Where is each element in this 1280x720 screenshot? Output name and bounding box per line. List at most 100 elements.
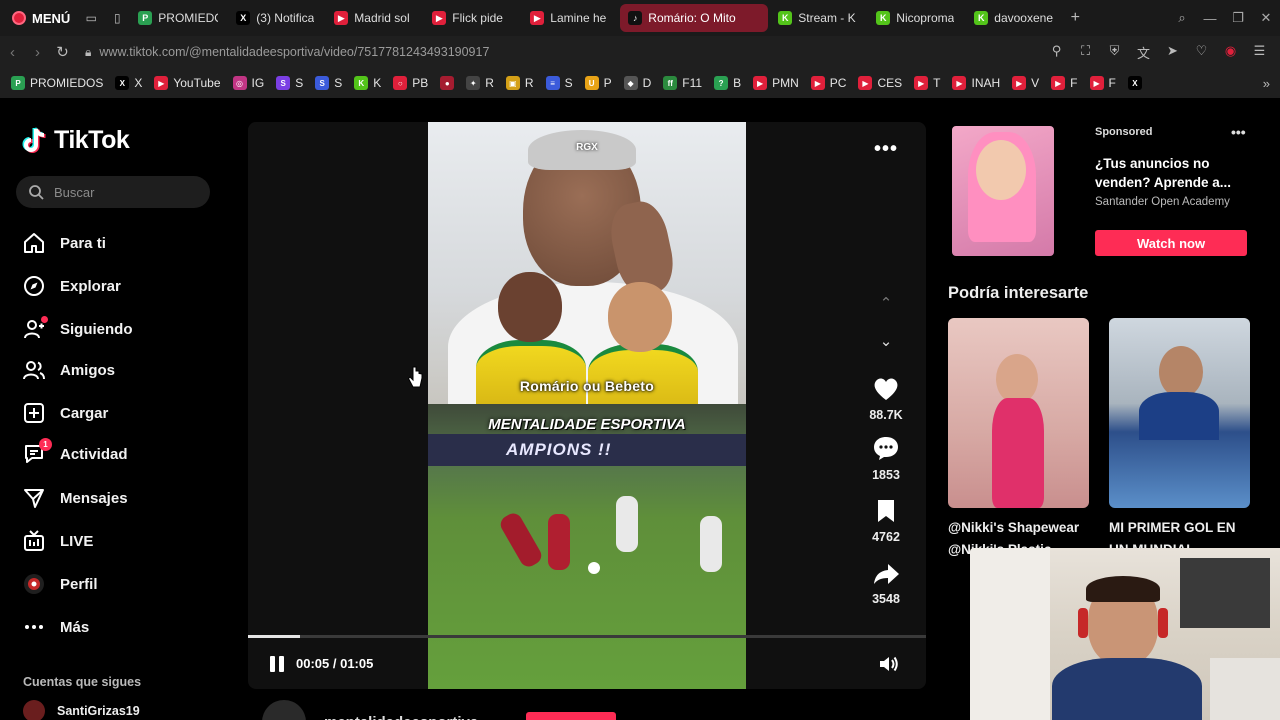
browser-tab[interactable]: ▶ Madrid sol (326, 4, 422, 32)
bookmark-item[interactable]: ▣ R (501, 71, 539, 95)
reload-icon[interactable]: ↻ (50, 43, 75, 61)
save-button[interactable]: 4762 (864, 496, 908, 544)
browser-tab[interactable]: X (3) Notifica (228, 4, 324, 32)
share-button[interactable]: 3548 (864, 558, 908, 606)
translate-icon[interactable]: 文 (1131, 43, 1156, 62)
recommended-video[interactable]: MI PRIMER GOL EN UN MUNDIAL (1109, 318, 1250, 561)
bookmark-item[interactable]: X (1123, 71, 1147, 95)
recommended-video[interactable]: @Nikki's Shapewear @Nikki's Plastic (948, 318, 1089, 561)
close-window-icon[interactable]: ✕ (1252, 10, 1280, 26)
search-tabs-icon[interactable]: ⌕ (1168, 10, 1196, 26)
messages-icon (22, 486, 46, 510)
following-account-item[interactable]: SantiGrizas19 (23, 700, 140, 720)
video-progress-bar[interactable] (248, 635, 926, 638)
more-options-icon[interactable]: ••• (874, 138, 898, 161)
bookmark-item[interactable]: ● (435, 71, 459, 95)
nav-item-following[interactable]: Siguiendo (22, 316, 133, 341)
nav-item-friends[interactable]: Amigos (22, 358, 115, 382)
bookmark-item[interactable]: ▶ YouTube (149, 71, 225, 95)
nav-item-for-you[interactable]: Para ti (22, 231, 106, 255)
nav-item-messages[interactable]: Mensajes (22, 486, 128, 510)
profile-avatar-icon[interactable]: ◉ (1218, 43, 1243, 62)
shield-icon[interactable]: ⛨ (1102, 43, 1127, 62)
video-figure (498, 272, 562, 342)
bookmark-item[interactable]: ◎ IG (228, 71, 270, 95)
bookmark-item[interactable]: ff F11 (658, 71, 707, 95)
workspaces-icon[interactable]: ▭ (78, 0, 104, 36)
bookmark-item[interactable]: ✦ R (461, 71, 499, 95)
bookmark-item[interactable]: UP (580, 71, 617, 95)
ad-thumbnail[interactable] (952, 126, 1054, 256)
video-frame[interactable]: RGX Romário ou Bebeto AMPIONS !! MENTALI… (428, 122, 746, 689)
video-player[interactable]: RGX Romário ou Bebeto AMPIONS !! MENTALI… (248, 122, 926, 689)
tab-favicon-icon: K (778, 11, 793, 25)
watch-now-button[interactable]: Watch now (1095, 230, 1247, 256)
browser-tab[interactable]: ♪ Romário: O Mito (620, 4, 769, 32)
snapshot-icon[interactable]: ⛶ (1073, 43, 1098, 62)
heart-icon[interactable]: ♡ (1189, 43, 1214, 62)
bookmark-item[interactable]: ? B (709, 71, 746, 95)
next-video-icon[interactable]: ⌄ (876, 332, 896, 352)
sponsored-ad[interactable]: Sponsored ••• ¿Tus anuncios no venden? A… (948, 124, 1248, 260)
bookmark-item[interactable]: ▶ F (1085, 71, 1121, 95)
browser-tab[interactable]: Kdavooxene (966, 4, 1062, 32)
bookmark-item[interactable]: ▶ V (1007, 71, 1044, 95)
bookmark-item[interactable]: ▶ PMN (748, 71, 804, 95)
bookmark-favicon-icon: ▶ (858, 76, 873, 90)
browser-tab[interactable]: ▶ Lamine he (522, 4, 618, 32)
bookmark-item[interactable]: ▶ CES (853, 71, 907, 95)
url-field[interactable]: 🔒︎ www.tiktok.com/@mentalidadeesportiva/… (85, 45, 489, 60)
mouse-cursor-icon (408, 366, 423, 388)
nav-item-live[interactable]: LIVE (22, 529, 93, 553)
heart-icon (874, 378, 898, 400)
new-tab-icon[interactable]: + (1062, 0, 1088, 36)
browser-tab[interactable]: ▶ Flick pide (424, 4, 520, 32)
comment-button[interactable]: 1853 (864, 434, 908, 482)
bookmark-item[interactable]: ◆ D (619, 71, 657, 95)
page-icon[interactable]: ▯ (104, 0, 130, 36)
easy-setup-icon[interactable]: ☰ (1247, 43, 1272, 62)
bookmark-item[interactable]: ○ PB (388, 71, 433, 95)
bookmark-item[interactable]: SS (310, 71, 347, 95)
browser-tab[interactable]: K Nicoproma (868, 4, 964, 32)
bookmark-item[interactable]: ▶ F (1046, 71, 1082, 95)
minimize-icon[interactable]: — (1196, 11, 1224, 26)
forward-icon[interactable]: › (25, 44, 50, 61)
follow-button[interactable] (526, 712, 617, 720)
back-icon[interactable]: ‹ (0, 44, 25, 61)
bookmark-item[interactable]: ▶ T (909, 71, 945, 95)
tiktok-logo[interactable]: TikTok (22, 126, 130, 155)
tab-favicon-icon: ♪ (628, 11, 643, 25)
nav-item-activity[interactable]: 1 Actividad (22, 438, 128, 466)
browser-tab[interactable]: P PROMIEDO (130, 4, 226, 32)
nav-item-more[interactable]: Más (22, 615, 89, 639)
bookmark-item[interactable]: ▶ PC (806, 71, 852, 95)
browser-menu-button[interactable]: MENÚ (0, 0, 78, 36)
bookmark-item[interactable]: P PROMIEDOS (6, 71, 108, 95)
pin-icon[interactable]: ⚲ (1044, 43, 1069, 62)
pause-icon[interactable] (270, 656, 284, 672)
bookmark-item[interactable]: KK (349, 71, 386, 95)
tab-favicon-icon: X (236, 11, 251, 25)
nav-label: LIVE (60, 532, 94, 550)
nav-item-profile[interactable]: Perfil (22, 572, 98, 596)
ad-title[interactable]: ¿Tus anuncios no venden? Aprende a... (1095, 154, 1245, 192)
browser-tab[interactable]: K Stream - K (770, 4, 866, 32)
video-author-name[interactable]: mentalidadeesportiva (324, 714, 478, 720)
restore-icon[interactable]: ❐ (1224, 10, 1252, 26)
bookmark-item[interactable]: ≡ S (541, 71, 578, 95)
nav-item-explore[interactable]: Explorar (22, 274, 121, 298)
bookmark-item[interactable]: ▶ INAH (947, 71, 1005, 95)
bookmark-item[interactable]: SS (271, 71, 308, 95)
ad-more-icon[interactable]: ••• (1231, 124, 1246, 140)
bookmark-favicon-icon: ▶ (810, 76, 825, 90)
like-button[interactable]: 88.7K (864, 374, 908, 422)
nav-item-upload[interactable]: Cargar (22, 401, 108, 425)
bookmark-item[interactable]: XX (110, 71, 147, 95)
bookmarks-overflow-icon[interactable]: » (1263, 76, 1280, 91)
send-icon[interactable]: ➤ (1160, 43, 1185, 62)
search-input[interactable]: Buscar (16, 176, 210, 208)
volume-icon[interactable] (878, 654, 900, 679)
avatar[interactable] (262, 700, 306, 720)
previous-video-icon[interactable]: ⌃ (876, 294, 896, 314)
